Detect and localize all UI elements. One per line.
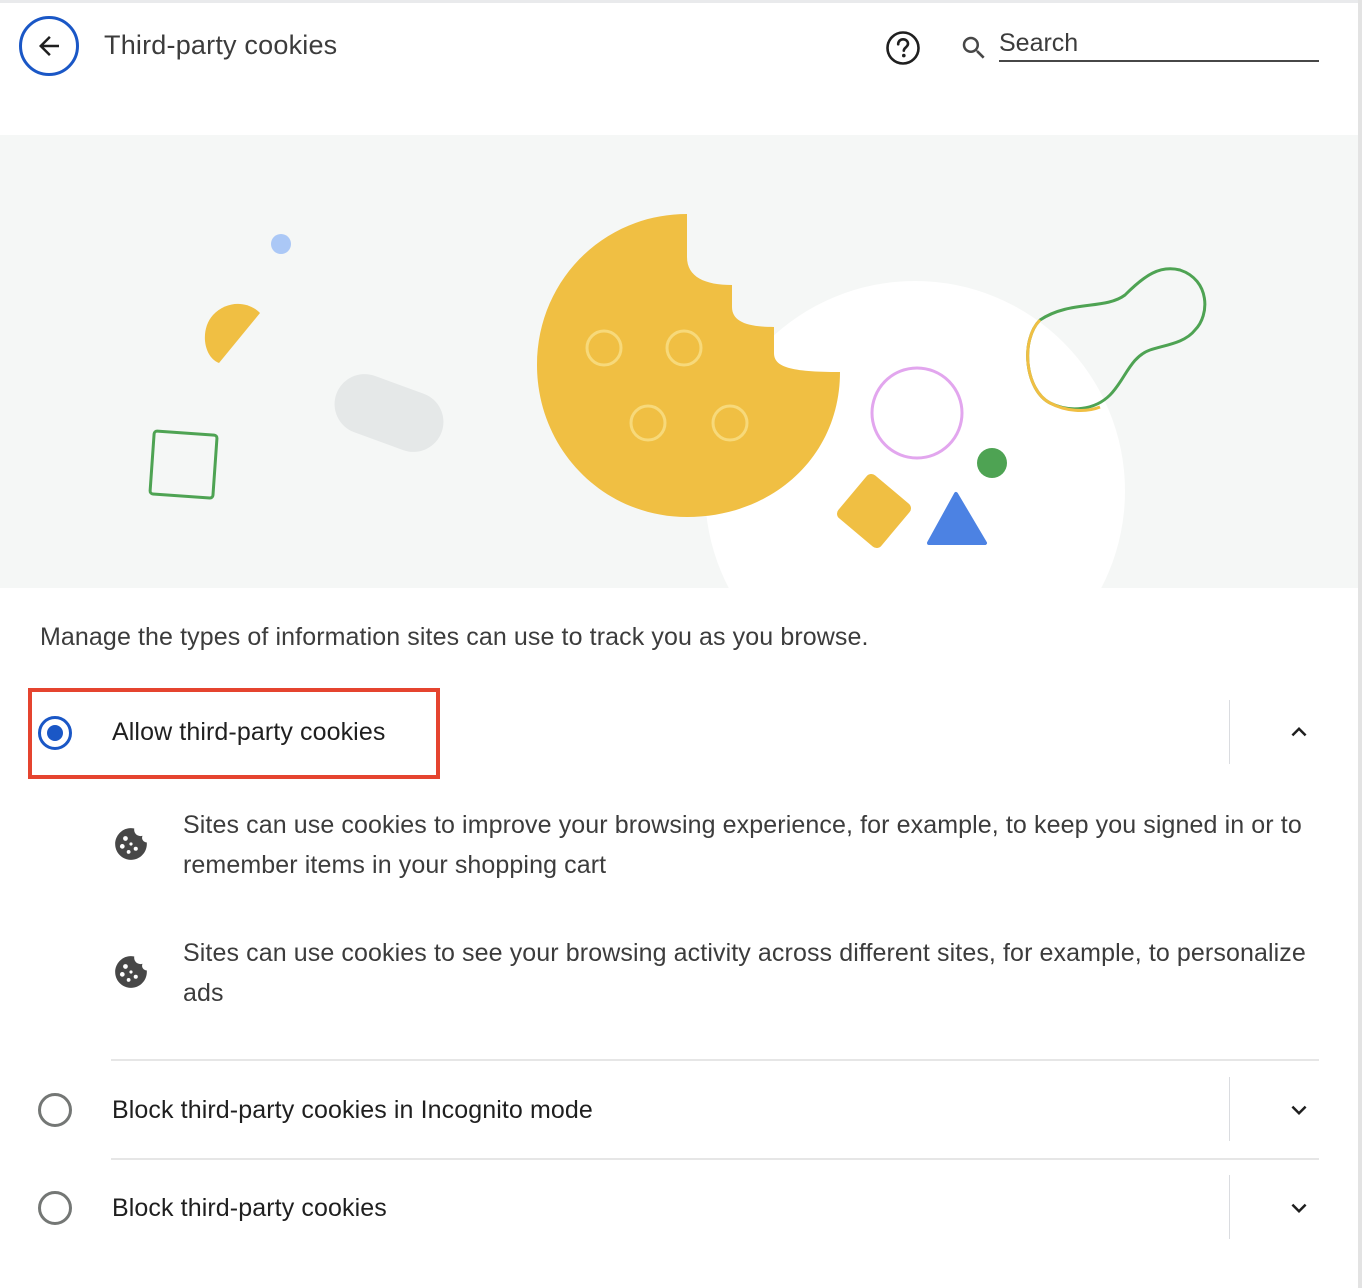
cookie-illustration — [148, 214, 1207, 588]
yellow-half-circle-shape — [204, 303, 260, 363]
option-label: Block third-party cookies in Incognito m… — [112, 1096, 593, 1124]
radio-allow-third-party-cookies[interactable] — [38, 716, 72, 750]
settings-page: Third-party cookies Search Manage the ty… — [0, 0, 1362, 1288]
cookie-icon — [115, 828, 147, 860]
chevron-down-icon[interactable] — [1284, 1193, 1314, 1223]
green-dot-shape — [977, 448, 1007, 478]
search-input[interactable] — [999, 26, 1317, 60]
window-top-border — [0, 0, 1362, 3]
help-button[interactable] — [884, 29, 922, 67]
detail-item: Sites can use cookies to see your browsi… — [112, 933, 1322, 1023]
chevron-up-icon[interactable] — [1284, 717, 1314, 747]
cookie-illustration-banner — [0, 135, 1358, 588]
gray-pill-shape — [334, 374, 444, 452]
chevron-down-icon[interactable] — [1284, 1095, 1314, 1125]
detail-text: Sites can use cookies to see your browsi… — [183, 939, 1306, 1007]
radio-block-third-party-cookies[interactable] — [38, 1191, 72, 1225]
help-circle-icon — [886, 31, 920, 65]
row-separator — [1229, 1175, 1230, 1239]
search-icon[interactable] — [959, 33, 989, 63]
option-block-third-party-cookies[interactable]: Block third-party cookies — [0, 1160, 1358, 1258]
back-button[interactable] — [19, 16, 79, 76]
page-title: Third-party cookies — [104, 30, 338, 60]
option-label: Block third-party cookies — [112, 1194, 387, 1222]
detail-item: Sites can use cookies to improve your br… — [112, 805, 1322, 895]
row-separator — [1229, 1077, 1230, 1141]
section-description: Manage the types of information sites ca… — [40, 623, 869, 651]
green-square-shape — [148, 429, 219, 500]
detail-text: Sites can use cookies to improve your br… — [183, 811, 1302, 879]
option-label: Allow third-party cookies — [112, 718, 386, 746]
arrow-back-icon — [39, 36, 59, 56]
row-separator — [1229, 700, 1230, 764]
option-divider — [111, 1059, 1319, 1061]
search-field[interactable] — [999, 26, 1319, 62]
option-allow-third-party-cookies[interactable]: Allow third-party cookies — [0, 684, 1358, 782]
cookie-icon — [115, 956, 147, 988]
radio-block-incognito[interactable] — [38, 1093, 72, 1127]
scrollbar-track[interactable] — [1358, 0, 1362, 1288]
blue-dot-shape — [271, 234, 291, 254]
option-block-incognito[interactable]: Block third-party cookies in Incognito m… — [0, 1062, 1358, 1160]
